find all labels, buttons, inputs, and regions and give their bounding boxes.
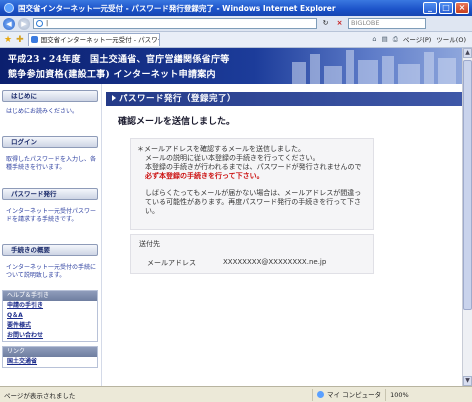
window-controls: _ □ × <box>423 2 469 14</box>
notice-line-5: しばらくたってもメールが届かない場合は、メールアドレスが間違っている可能性があり… <box>145 189 362 215</box>
vertical-scrollbar[interactable]: ▲ ▼ <box>462 48 472 386</box>
notice-box: ＊メールアドレスを確認するメールを送信しました。 メールの説明に従い本登録の手続… <box>130 138 374 230</box>
sidebar-text-overview[interactable]: インターネット一元受付の手続について説明致します。 <box>6 264 96 280</box>
globe-icon <box>317 390 324 398</box>
print-icon[interactable]: ⎙ <box>393 35 398 44</box>
help-link-forms[interactable]: 要件様式 <box>3 321 97 331</box>
destination-label: メールアドレス <box>147 259 196 267</box>
page-menu[interactable]: ページ(P) <box>403 34 431 44</box>
scroll-thumb[interactable] <box>463 60 472 310</box>
sidebar-text-password[interactable]: インターネット一元受付パスワードを請求する手続きです。 <box>6 208 96 224</box>
links-head: リンク <box>3 347 97 357</box>
destination-head: 送付先 <box>139 240 160 248</box>
sidebar: はじめに はじめにお読みください。 ログイン 取得したパスワードを入力し、各種手… <box>0 84 102 386</box>
home-icon[interactable]: ⌂ <box>372 35 376 43</box>
help-box: ヘルプ＆手引き 申請の手引き Q＆A 要件様式 お問い合わせ <box>2 290 98 342</box>
sidebar-head-login[interactable]: ログイン <box>2 136 98 148</box>
link-mlit[interactable]: 国土交通省 <box>3 357 97 367</box>
banner-title-line2: 競争参加資格(建設工事) インターネット申請案内 <box>8 70 216 80</box>
window-title: 国交省インターネット一元受付 - パスワード発行登録完了 - Windows I… <box>18 3 336 13</box>
help-link-qa[interactable]: Q＆A <box>3 311 97 321</box>
page-icon <box>36 20 43 27</box>
ie-logo-icon <box>4 3 14 13</box>
page-viewport: 平成23・24年度 国土交通省、官庁営繕関係省庁等 競争参加資格(建設工事) イ… <box>0 48 462 386</box>
stop-button[interactable]: × <box>334 18 345 29</box>
banner-title-line1: 平成23・24年度 国土交通省、官庁営繕関係省庁等 <box>8 55 230 65</box>
tab-label: 国交省インターネット一元受付 - パスワード発行登… <box>40 36 159 44</box>
destination-email: XXXXXXXX@XXXXXXXX.ne.jp <box>223 258 327 266</box>
notice-warning: 必ず本登録の手続きを行って下さい。 <box>145 172 264 180</box>
zoom-level[interactable]: 100% <box>385 388 413 401</box>
security-zone-label: マイ コンピュータ <box>327 390 382 399</box>
feeds-icon[interactable]: ▤ <box>382 35 388 43</box>
notice-line-3: 本登録の手続きが行われるまでは、パスワードが発行されませんので <box>145 163 362 171</box>
scroll-down-icon[interactable]: ▼ <box>463 376 472 386</box>
refresh-button[interactable]: ↻ <box>320 18 331 29</box>
address-toolbar: ◀ ▶ | ↻ × BIGLOBE <box>0 16 472 32</box>
heading-arrow-icon <box>112 95 116 101</box>
help-link-contact[interactable]: お問い合わせ <box>3 331 97 341</box>
sidebar-text-intro[interactable]: はじめにお読みください。 <box>6 108 96 116</box>
help-link-guide[interactable]: 申請の手引き <box>3 301 97 311</box>
scroll-up-icon[interactable]: ▲ <box>463 48 472 58</box>
site-banner: 平成23・24年度 国土交通省、官庁営繕関係省庁等 競争参加資格(建設工事) イ… <box>0 48 462 84</box>
destination-box: 送付先 メールアドレス XXXXXXXX@XXXXXXXX.ne.jp <box>130 234 374 274</box>
back-button[interactable]: ◀ <box>3 17 15 30</box>
sidebar-head-password[interactable]: パスワード発行 <box>2 188 98 200</box>
confirmation-message: 確認メールを送信しました。 <box>118 117 236 127</box>
window-titlebar: 国交省インターネット一元受付 - パスワード発行登録完了 - Windows I… <box>0 0 472 16</box>
status-text: ページが表示されました <box>4 391 76 400</box>
page-heading: パスワード発行（登録完了） <box>106 92 462 106</box>
tab-active[interactable]: 国交省インターネット一元受付 - パスワード発行登… <box>27 33 160 46</box>
forward-button[interactable]: ▶ <box>18 17 30 30</box>
notice-line-1: ＊メールアドレスを確認するメールを送信しました。 <box>137 145 305 153</box>
close-button[interactable]: × <box>455 2 469 14</box>
sidebar-text-login[interactable]: 取得したパスワードを入力し、各種手続きを行います。 <box>6 156 96 172</box>
tab-toolbar: ★ ✚ 国交省インターネット一元受付 - パスワード発行登… ⌂ ▤ ⎙ ページ… <box>0 32 472 48</box>
sidebar-head-intro[interactable]: はじめに <box>2 90 98 102</box>
favorites-star-icon[interactable]: ★ <box>4 35 12 45</box>
security-zone: マイ コンピュータ <box>312 388 385 401</box>
status-bar: ページが表示されました マイ コンピュータ 100% <box>0 386 472 402</box>
page-heading-text: パスワード発行（登録完了） <box>119 94 237 104</box>
minimize-button[interactable]: _ <box>423 2 437 14</box>
address-input[interactable]: | <box>33 18 317 29</box>
sidebar-head-overview[interactable]: 手続きの概要 <box>2 244 98 256</box>
city-skyline-image <box>282 48 462 84</box>
tools-menu[interactable]: ツール(O) <box>436 34 466 44</box>
maximize-button[interactable]: □ <box>439 2 453 14</box>
help-head: ヘルプ＆手引き <box>3 291 97 301</box>
tab-page-icon <box>30 36 38 43</box>
notice-line-2: メールの説明に従い本登録の手続きを行ってください。 <box>145 154 320 162</box>
add-favorite-icon[interactable]: ✚ <box>16 35 24 45</box>
links-box: リンク 国土交通省 <box>2 346 98 368</box>
command-bar: ⌂ ▤ ⎙ ページ(P) ツール(O) <box>372 34 466 45</box>
search-input[interactable]: BIGLOBE <box>348 18 426 29</box>
